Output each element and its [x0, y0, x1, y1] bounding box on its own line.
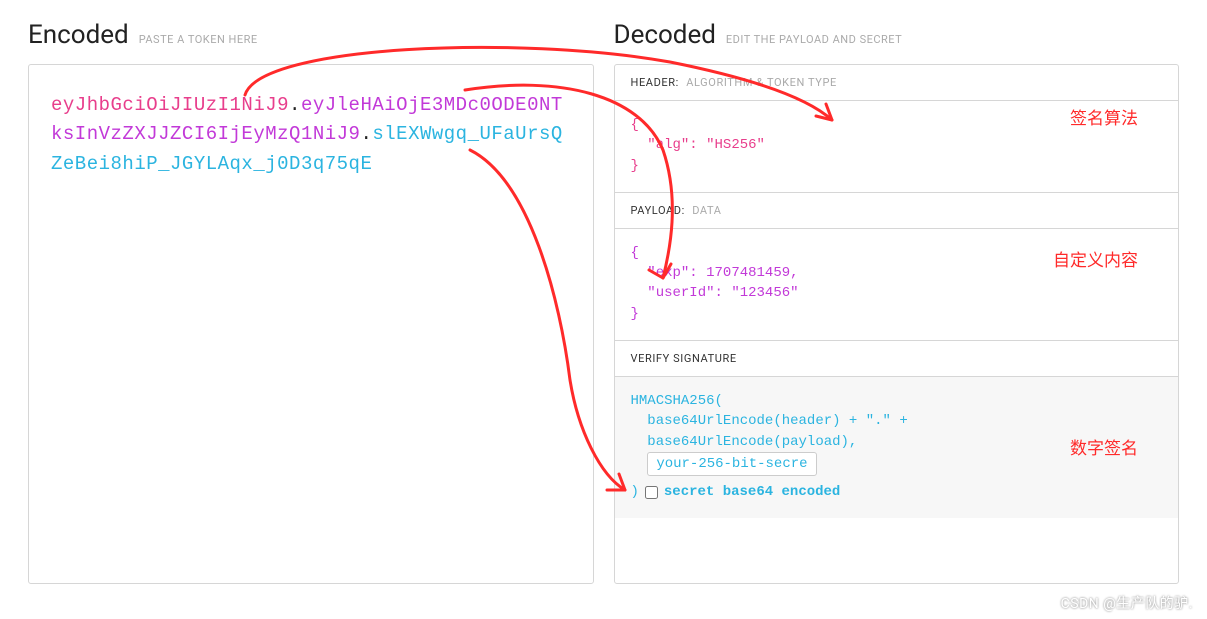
payload-section-title: PAYLOAD: DATA: [615, 193, 1179, 228]
decoded-title: Decoded: [614, 20, 716, 50]
header-json[interactable]: { "alg": "HS256" } 签名算法: [615, 101, 1179, 192]
token-header-part: eyJhbGciOiJIUzI1NiJ9: [51, 94, 289, 116]
secret-base64-checkbox[interactable]: [645, 486, 658, 499]
annotation-payload: 自定义内容: [1053, 249, 1138, 274]
secret-input[interactable]: [647, 452, 817, 476]
signature-section-title: VERIFY SIGNATURE: [615, 341, 1179, 376]
encoded-title: Encoded: [28, 20, 129, 50]
watermark: CSDN @生产队的驴.: [1061, 593, 1193, 613]
decoded-hint: EDIT THE PAYLOAD AND SECRET: [726, 33, 902, 46]
header-section-title: HEADER: ALGORITHM & TOKEN TYPE: [615, 65, 1179, 100]
encoded-hint: PASTE A TOKEN HERE: [139, 33, 258, 46]
annotation-signature: 数字签名: [1070, 437, 1138, 462]
encoded-token-box[interactable]: eyJhbGciOiJIUzI1NiJ9.eyJleHAiOjE3MDc0ODE…: [28, 64, 594, 584]
decoded-panel: HEADER: ALGORITHM & TOKEN TYPE { "alg": …: [614, 64, 1180, 584]
payload-json[interactable]: { "exp": 1707481459, "userId": "123456" …: [615, 229, 1179, 340]
annotation-alg: 签名算法: [1070, 107, 1138, 132]
signature-body: HMACSHA256( base64UrlEncode(header) + ".…: [615, 377, 1179, 518]
secret-base64-label: secret base64 encoded: [664, 482, 840, 502]
